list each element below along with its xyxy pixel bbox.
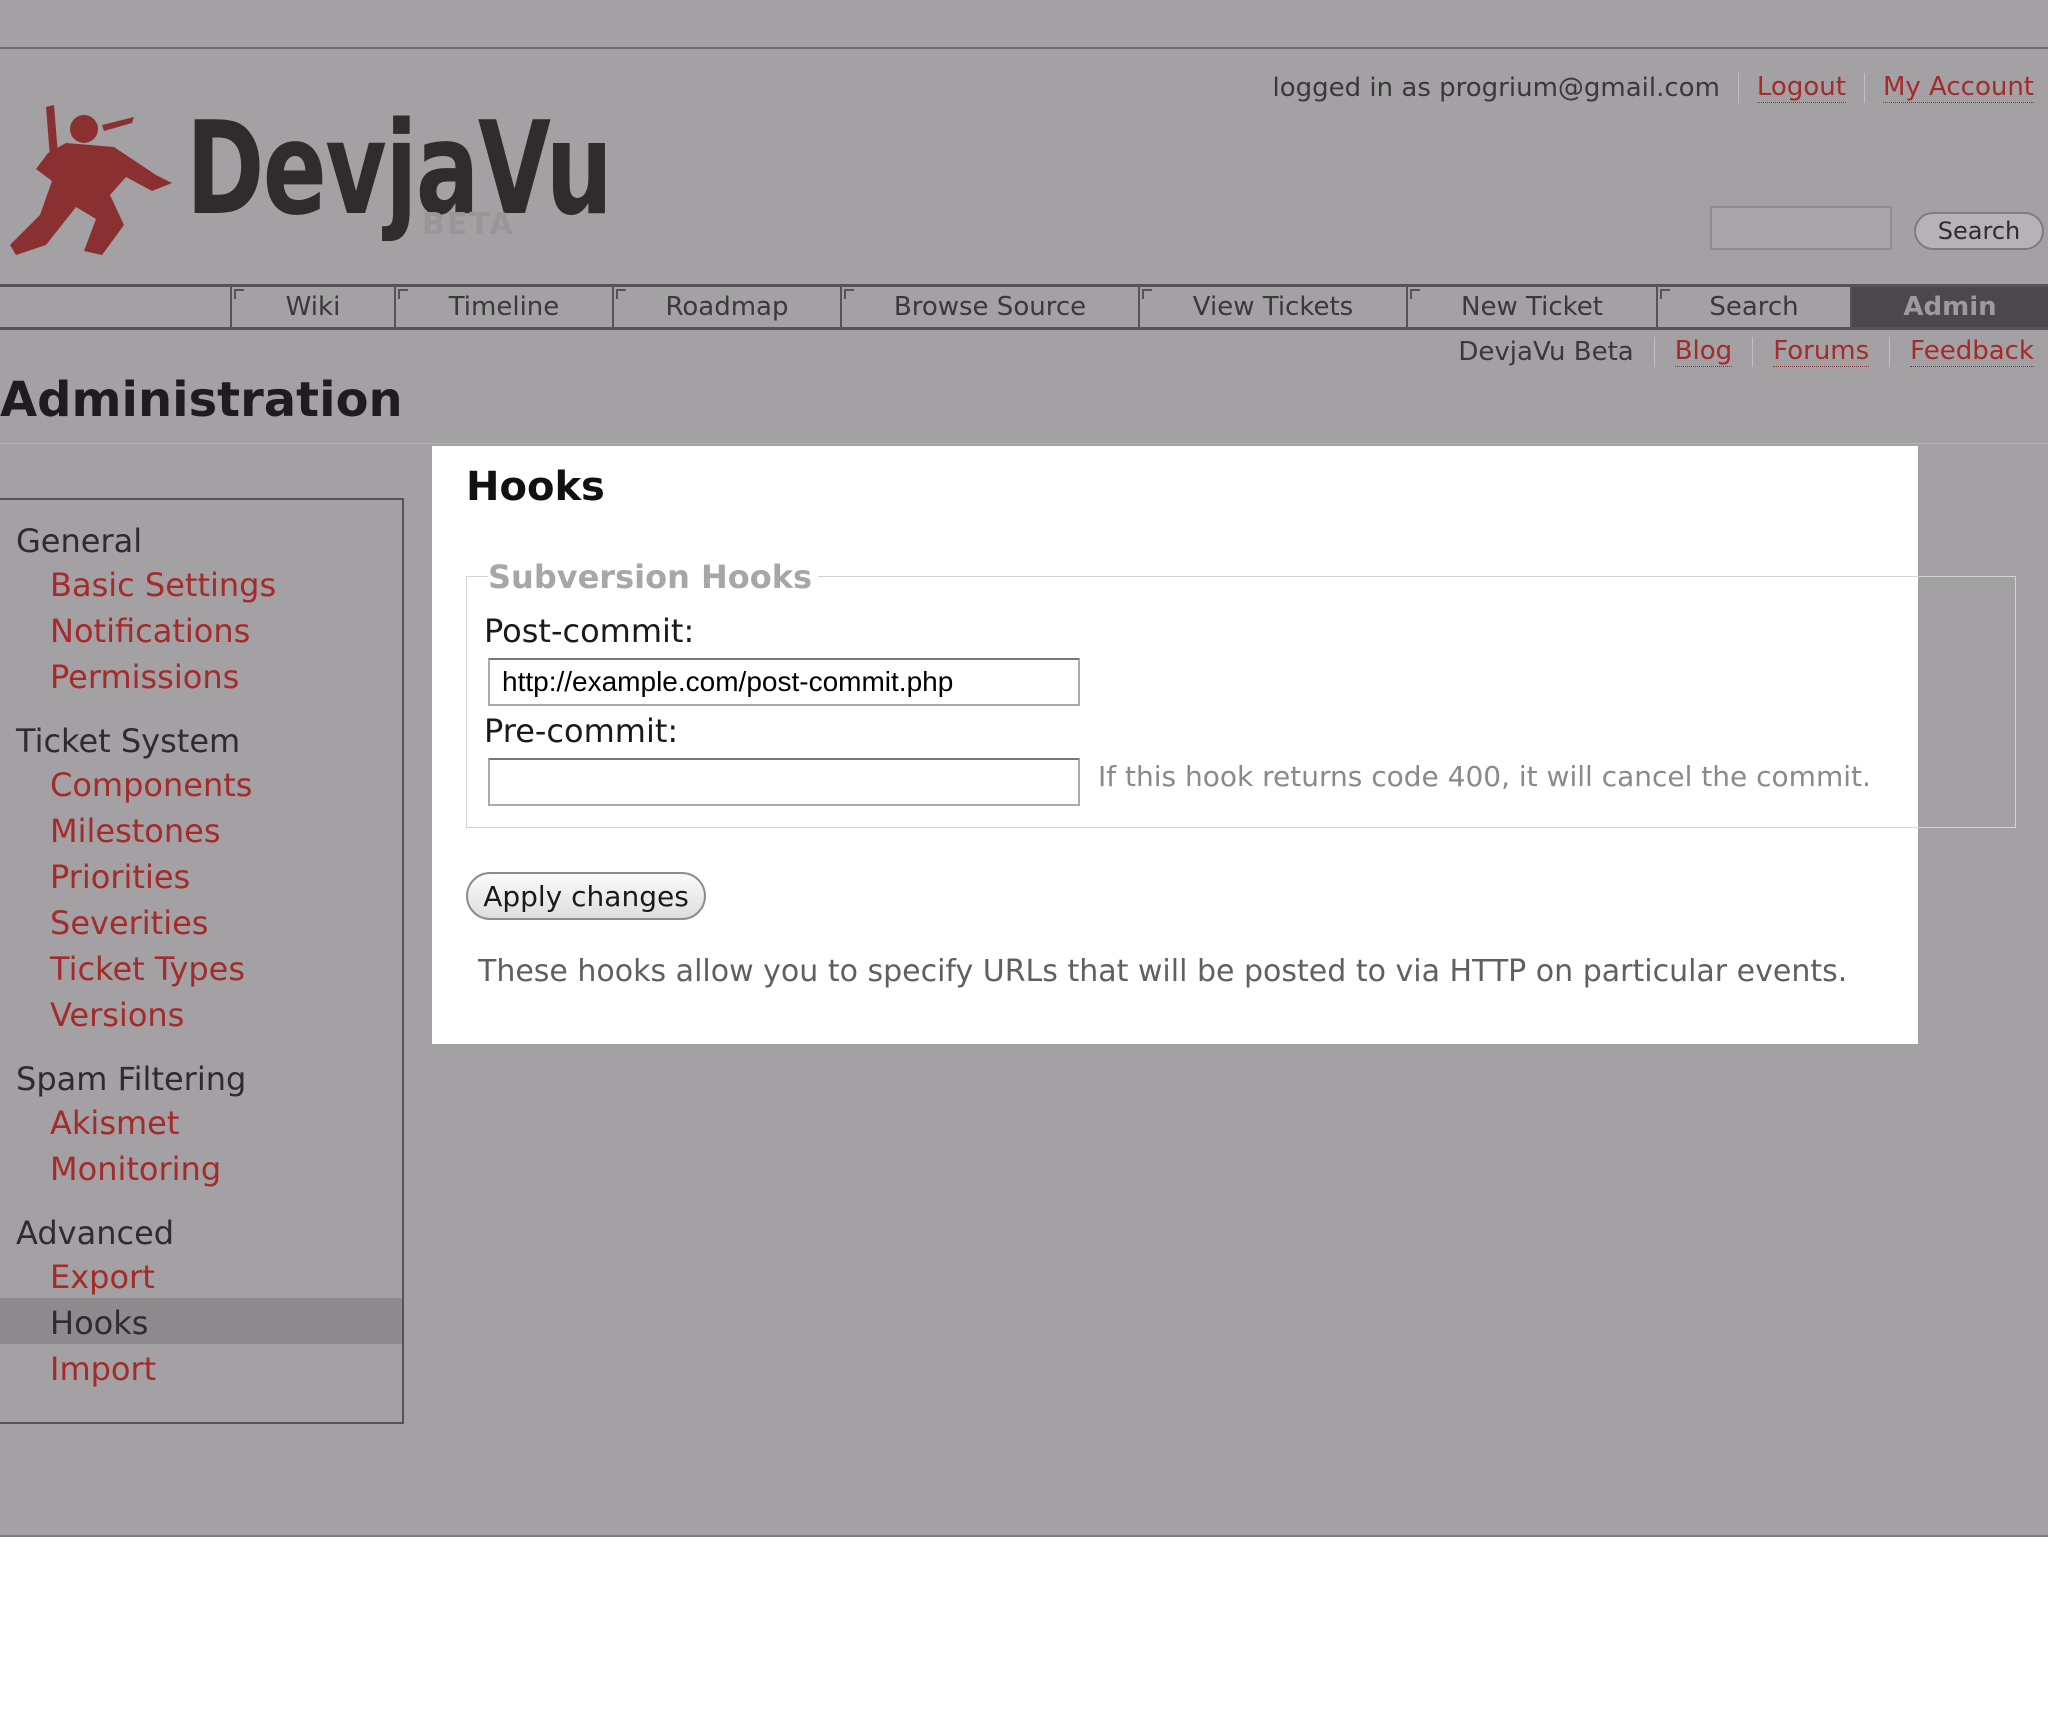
- sidebar-item-milestones[interactable]: Milestones: [50, 812, 221, 850]
- my-account-link[interactable]: My Account: [1882, 72, 2034, 103]
- ninja-icon: [10, 105, 172, 255]
- sidebar-item-monitoring[interactable]: Monitoring: [50, 1150, 221, 1188]
- sidebar-item-import[interactable]: Import: [50, 1350, 156, 1388]
- devjavu-logo[interactable]: DevjaVu BETA: [6, 95, 613, 265]
- sidebar-item-basic-settings[interactable]: Basic Settings: [50, 566, 276, 604]
- top-border: [0, 47, 2048, 49]
- logged-in-text: logged in as progrium@gmail.com: [1272, 72, 1720, 103]
- sidebar-item-priorities[interactable]: Priorities: [50, 858, 190, 896]
- tab-timeline[interactable]: Timeline: [394, 287, 612, 327]
- separator: [1737, 72, 1739, 103]
- tab-roadmap[interactable]: Roadmap: [612, 287, 840, 327]
- sidebar-item-permissions[interactable]: Permissions: [50, 658, 239, 696]
- sidebar-item-hooks[interactable]: Hooks: [50, 1304, 148, 1342]
- post-commit-field[interactable]: http://example.com/post-commit.php: [488, 658, 1080, 706]
- sidebar-item-export[interactable]: Export: [50, 1258, 155, 1296]
- sidebar-group-ticket-system: Ticket System: [16, 722, 241, 760]
- logout-link[interactable]: Logout: [1756, 72, 1846, 103]
- tab-view-tickets[interactable]: View Tickets: [1138, 287, 1406, 327]
- tab-search[interactable]: Search: [1656, 287, 1850, 327]
- pre-commit-field[interactable]: [488, 758, 1080, 806]
- tab-wiki[interactable]: Wiki: [230, 287, 394, 327]
- subnav-forums-link[interactable]: Forums: [1773, 336, 1870, 367]
- tab-admin[interactable]: Admin: [1850, 287, 2048, 327]
- sidebar-item-versions[interactable]: Versions: [50, 996, 184, 1034]
- logo-beta-badge: BETA: [422, 207, 515, 242]
- tab-browse-source[interactable]: Browse Source: [840, 287, 1138, 327]
- separator: [1863, 72, 1865, 103]
- hooks-title: Hooks: [466, 464, 605, 510]
- pre-commit-label: Pre-commit:: [484, 712, 679, 750]
- tab-new-ticket[interactable]: New Ticket: [1406, 287, 1656, 327]
- main-nav: Wiki Timeline Roadmap Browse Source View…: [0, 284, 2048, 330]
- separator: [1752, 336, 1754, 367]
- sidebar-item-akismet[interactable]: Akismet: [50, 1104, 179, 1142]
- sidebar-group-advanced: Advanced: [16, 1214, 175, 1252]
- hooks-description: These hooks allow you to specify URLs th…: [478, 954, 1848, 989]
- hooks-panel: Hooks Subversion Hooks Post-commit: http…: [432, 446, 2016, 1044]
- search-button[interactable]: Search: [1914, 212, 2044, 250]
- post-commit-label: Post-commit:: [484, 612, 695, 650]
- separator: [1653, 336, 1655, 367]
- sidebar-item-notifications[interactable]: Notifications: [50, 612, 250, 650]
- sidebar-item-ticket-types[interactable]: Ticket Types: [50, 950, 245, 988]
- pre-commit-hint: If this hook returns code 400, it will c…: [1098, 760, 1871, 793]
- subnav-blog-link[interactable]: Blog: [1674, 336, 1733, 367]
- account-bar: logged in as progrium@gmail.com Logout M…: [1273, 72, 2034, 103]
- sidebar-group-general: General: [16, 522, 143, 560]
- sub-nav: DevjaVu Beta Blog Forums Feedback: [1458, 336, 2034, 367]
- subnav-feedback-link[interactable]: Feedback: [1910, 336, 2034, 367]
- apply-changes-button[interactable]: Apply changes: [466, 872, 706, 920]
- bottom-border: [0, 1535, 2048, 1537]
- subnav-devjavu-beta[interactable]: DevjaVu Beta: [1458, 337, 1633, 367]
- page-title: Administration: [0, 372, 403, 428]
- logo-wordmark: DevjaVu: [186, 95, 613, 244]
- separator: [1889, 336, 1891, 367]
- sidebar-item-severities[interactable]: Severities: [50, 904, 208, 942]
- sidebar-item-components[interactable]: Components: [50, 766, 252, 804]
- search-input[interactable]: [1710, 206, 1892, 250]
- divider: [0, 443, 2048, 444]
- sidebar-group-spam-filtering: Spam Filtering: [16, 1060, 247, 1098]
- fieldset-legend: Subversion Hooks: [488, 558, 819, 596]
- admin-sidebar: General Basic Settings Notifications Per…: [0, 498, 404, 1424]
